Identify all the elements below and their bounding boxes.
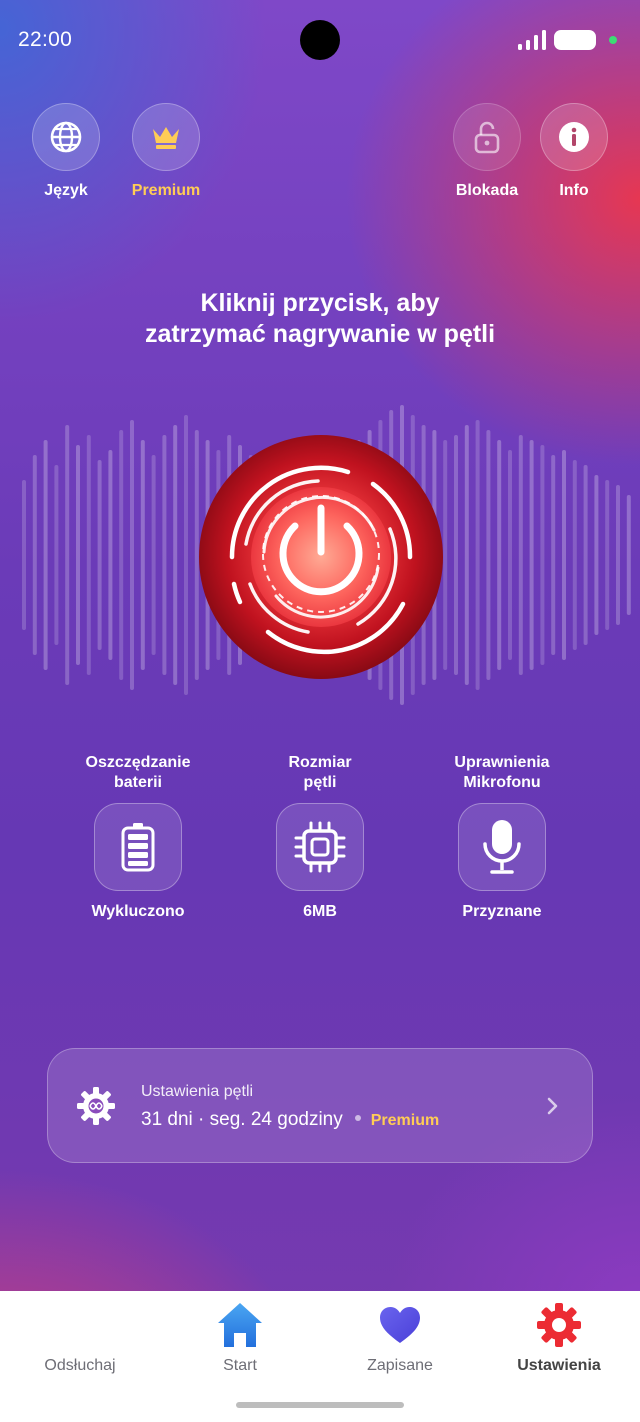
waveform-bar bbox=[475, 420, 480, 690]
loop-settings-summary: 31 dni · seg. 24 godziny Premium bbox=[141, 1109, 439, 1131]
lock-open-icon bbox=[474, 121, 500, 154]
nav-label-settings: Ustawienia bbox=[517, 1357, 601, 1374]
prompt-line-1: Kliknij przycisk, aby bbox=[200, 289, 440, 317]
info-button-circle[interactable] bbox=[540, 103, 608, 171]
separator-dot bbox=[354, 1115, 361, 1122]
microphone-permission-stat: Uprawnienia Mikrofonu Przyznane bbox=[402, 753, 602, 921]
nav-item-saved[interactable]: Zapisane bbox=[335, 1299, 465, 1375]
waveform-bar bbox=[497, 440, 502, 670]
nav-label-start: Start bbox=[223, 1357, 257, 1374]
heart-icon bbox=[380, 1307, 420, 1343]
waveform-bar bbox=[594, 475, 599, 635]
status-time: 22:00 bbox=[18, 28, 73, 51]
nav-item-listen[interactable]: Odsłuchaj bbox=[15, 1299, 145, 1375]
info-label: Info bbox=[559, 182, 589, 199]
waveform-bar bbox=[486, 430, 491, 680]
microphone-permission-tile[interactable] bbox=[458, 803, 546, 891]
home-indicator[interactable] bbox=[236, 1402, 404, 1408]
waveform-bar bbox=[562, 450, 566, 660]
premium-button-circle[interactable] bbox=[132, 103, 200, 171]
microphone-permission-title-line2: Mikrofonu bbox=[463, 774, 541, 791]
lock-button-circle[interactable] bbox=[453, 103, 521, 171]
waveform-bar bbox=[76, 445, 80, 665]
crown-icon bbox=[153, 127, 179, 149]
prompt-line-2: zatrzymać nagrywanie w pętli bbox=[144, 320, 496, 348]
front-camera bbox=[300, 20, 340, 60]
waveform-bar bbox=[572, 460, 577, 650]
home-icon bbox=[218, 1303, 262, 1347]
battery-status-icon bbox=[554, 30, 596, 50]
loop-size-tile[interactable] bbox=[276, 803, 364, 891]
chevron-right-icon bbox=[547, 1097, 558, 1115]
battery-saving-title: Oszczędzanie baterii bbox=[38, 753, 238, 795]
battery-saving-tile[interactable] bbox=[94, 803, 182, 891]
waveform-bar bbox=[184, 415, 188, 695]
waveform-bar bbox=[508, 450, 512, 660]
waveform-bar bbox=[119, 430, 124, 680]
microphone-permission-value: Przyznane bbox=[462, 903, 542, 920]
loop-settings-summary-text: 31 dni · seg. 24 godziny bbox=[141, 1109, 343, 1130]
waveform-bar bbox=[130, 420, 134, 690]
chip-icon bbox=[294, 821, 346, 873]
microphone-permission-title-line1: Uprawnienia bbox=[454, 754, 550, 771]
waveform-bar bbox=[140, 440, 145, 670]
waveform-icon bbox=[56, 1302, 102, 1348]
info-button[interactable]: Info bbox=[540, 103, 608, 199]
lock-button[interactable]: Blokada bbox=[453, 103, 521, 199]
premium-button[interactable]: Premium bbox=[132, 103, 200, 199]
waveform-bar bbox=[454, 435, 458, 675]
waveform-bar bbox=[464, 425, 469, 685]
privacy-indicator-dot bbox=[609, 36, 617, 44]
waveform-bar bbox=[162, 435, 167, 675]
nav-item-settings[interactable]: Ustawienia bbox=[494, 1299, 624, 1375]
microphone-permission-title: Uprawnienia Mikrofonu bbox=[402, 753, 602, 795]
waveform-bar bbox=[173, 425, 178, 685]
power-button[interactable] bbox=[198, 434, 444, 680]
status-bar: 22:00 bbox=[0, 0, 640, 80]
nav-label-listen: Odsłuchaj bbox=[44, 1357, 116, 1374]
waveform-bar bbox=[151, 455, 156, 655]
language-button-circle[interactable] bbox=[32, 103, 100, 171]
nav-item-start[interactable]: Start bbox=[175, 1299, 305, 1375]
globe-icon bbox=[50, 121, 82, 153]
battery-saving-title-line1: Oszczędzanie bbox=[85, 754, 191, 771]
battery-saving-stat: Oszczędzanie baterii Wykluczono bbox=[38, 753, 238, 921]
waveform-bar bbox=[54, 465, 59, 645]
signal-icon bbox=[518, 30, 546, 50]
loop-size-value: 6MB bbox=[303, 903, 337, 920]
premium-label: Premium bbox=[131, 182, 201, 199]
waveform-bar bbox=[43, 440, 48, 670]
loop-size-title-line1: Rozmiar bbox=[288, 754, 352, 771]
waveform-bar bbox=[32, 455, 37, 655]
loop-settings-title: Ustawienia pętli bbox=[141, 1083, 254, 1100]
waveform-bar bbox=[108, 450, 113, 660]
loop-size-title: Rozmiar pętli bbox=[220, 753, 420, 795]
loop-size-title-line2: pętli bbox=[303, 774, 337, 791]
battery-saving-value: Wykluczono bbox=[91, 903, 185, 920]
battery-icon bbox=[121, 823, 155, 872]
waveform-bar bbox=[86, 435, 91, 675]
loop-settings-card[interactable]: Ustawienia pętli 31 dni · seg. 24 godzin… bbox=[47, 1048, 593, 1163]
waveform-bar bbox=[97, 460, 102, 650]
battery-saving-title-line2: baterii bbox=[113, 774, 162, 791]
loop-size-stat: Rozmiar pętli 6MB bbox=[220, 753, 420, 921]
waveform-bar bbox=[551, 455, 556, 655]
waveform-bar bbox=[65, 425, 70, 685]
language-button[interactable]: Język bbox=[32, 103, 100, 199]
waveform-bar bbox=[518, 435, 523, 675]
loop-settings-gear-icon bbox=[77, 1087, 115, 1125]
gear-icon bbox=[537, 1303, 581, 1347]
stop-loop-prompt: Kliknij przycisk, aby zatrzymać nagrywan… bbox=[0, 288, 640, 350]
waveform-bar bbox=[616, 485, 620, 625]
nav-label-saved: Zapisane bbox=[367, 1357, 433, 1374]
info-icon bbox=[559, 122, 589, 152]
waveform-bar bbox=[626, 495, 631, 615]
waveform-bar bbox=[605, 480, 610, 630]
waveform-bar bbox=[529, 440, 534, 670]
waveform-bar bbox=[540, 445, 545, 665]
waveform-bar bbox=[22, 480, 26, 630]
loop-settings-premium-badge: Premium bbox=[370, 1112, 440, 1129]
microphone-icon bbox=[483, 820, 521, 874]
waveform-bar bbox=[583, 465, 588, 645]
